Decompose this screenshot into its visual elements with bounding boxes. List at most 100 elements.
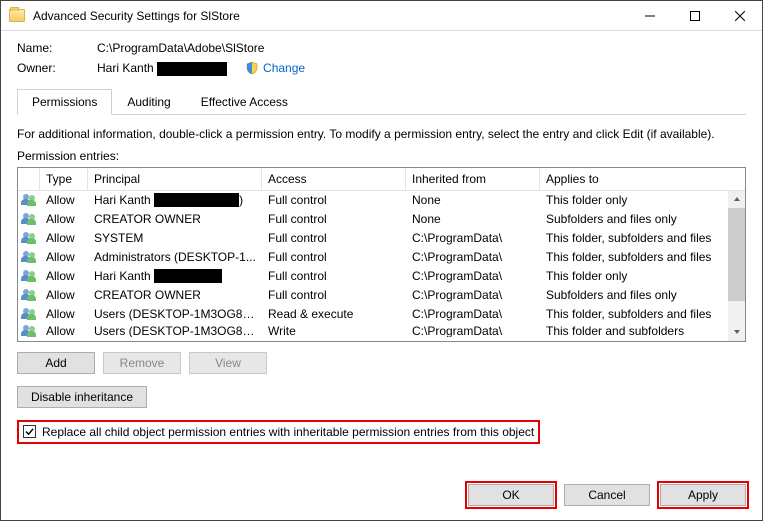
- name-label: Name:: [17, 41, 97, 55]
- principal-icon: [18, 324, 40, 337]
- name-row: Name: C:\ProgramData\Adobe\SlStore: [17, 41, 746, 55]
- checkmark-icon: [25, 427, 34, 436]
- col-access-header[interactable]: Access: [262, 168, 406, 190]
- remove-button: Remove: [103, 352, 181, 374]
- cell-principal: Hari Kanth ██████████): [88, 193, 262, 207]
- permission-entries-grid: Type Principal Access Inherited from App…: [17, 167, 746, 342]
- window-title: Advanced Security Settings for SlStore: [33, 9, 627, 23]
- disable-inheritance-button[interactable]: Disable inheritance: [17, 386, 147, 408]
- shield-icon: [245, 61, 259, 75]
- folder-icon: [9, 9, 25, 22]
- principal-icon: [18, 194, 40, 206]
- scroll-track[interactable]: [728, 208, 745, 324]
- table-row[interactable]: AllowHari Kanth ████████Full controlC:\P…: [18, 267, 745, 286]
- change-owner-link[interactable]: Change: [263, 61, 305, 75]
- table-row[interactable]: AllowCREATOR OWNERFull controlNoneSubfol…: [18, 210, 745, 229]
- close-button[interactable]: [717, 1, 762, 30]
- principal-icon: [18, 213, 40, 225]
- entry-buttons-row: Add Remove View: [17, 352, 746, 374]
- apply-button[interactable]: Apply: [660, 484, 746, 506]
- cell-principal: Users (DESKTOP-1M3OG80\U...: [88, 324, 262, 337]
- col-principal-header[interactable]: Principal: [88, 168, 262, 190]
- tab-effective-access[interactable]: Effective Access: [186, 89, 303, 115]
- cell-access: Full control: [262, 269, 406, 283]
- table-row[interactable]: AllowCREATOR OWNERFull controlC:\Program…: [18, 286, 745, 305]
- cell-access: Full control: [262, 212, 406, 226]
- cell-principal: SYSTEM: [88, 231, 262, 245]
- replace-child-checkbox[interactable]: [23, 425, 36, 438]
- replace-child-label: Replace all child object permission entr…: [42, 425, 534, 439]
- maximize-button[interactable]: [672, 1, 717, 30]
- grid-header: Type Principal Access Inherited from App…: [18, 168, 745, 191]
- table-row[interactable]: AllowUsers (DESKTOP-1M3OG80\U...Read & e…: [18, 305, 745, 324]
- cell-type: Allow: [40, 212, 88, 226]
- scroll-up-button[interactable]: [728, 191, 745, 208]
- cell-applies: This folder, subfolders and files: [540, 231, 745, 245]
- cell-inherited: C:\ProgramData\: [406, 269, 540, 283]
- principal-icon: [18, 251, 40, 263]
- cell-principal: Hari Kanth ████████: [88, 269, 262, 283]
- tab-auditing[interactable]: Auditing: [112, 89, 185, 115]
- cell-applies: This folder and subfolders: [540, 324, 745, 337]
- tab-permissions[interactable]: Permissions: [17, 89, 112, 115]
- dialog-body: Name: C:\ProgramData\Adobe\SlStore Owner…: [1, 31, 762, 472]
- principal-icon: [18, 232, 40, 244]
- name-value: C:\ProgramData\Adobe\SlStore: [97, 41, 264, 55]
- cell-access: Read & execute: [262, 307, 406, 321]
- owner-label: Owner:: [17, 61, 97, 75]
- principal-icon: [18, 308, 40, 320]
- tabs: Permissions Auditing Effective Access: [17, 88, 746, 115]
- view-button: View: [189, 352, 267, 374]
- cell-principal: Administrators (DESKTOP-1...: [88, 250, 262, 264]
- cell-inherited: C:\ProgramData\: [406, 288, 540, 302]
- cell-access: Full control: [262, 231, 406, 245]
- cell-type: Allow: [40, 324, 88, 337]
- cell-applies: This folder only: [540, 269, 745, 283]
- cell-type: Allow: [40, 250, 88, 264]
- scroll-down-button[interactable]: [728, 324, 745, 341]
- table-row[interactable]: AllowHari Kanth ██████████)Full controlN…: [18, 191, 745, 210]
- cell-inherited: C:\ProgramData\: [406, 324, 540, 337]
- cell-type: Allow: [40, 288, 88, 302]
- ok-button[interactable]: OK: [468, 484, 554, 506]
- owner-value: Hari Kanth: [97, 61, 227, 76]
- col-icon-header[interactable]: [18, 168, 40, 190]
- cell-inherited: C:\ProgramData\: [406, 231, 540, 245]
- cell-principal: Users (DESKTOP-1M3OG80\U...: [88, 307, 262, 321]
- scroll-thumb[interactable]: [728, 208, 745, 301]
- table-row[interactable]: AllowAdministrators (DESKTOP-1...Full co…: [18, 248, 745, 267]
- window-controls: [627, 1, 762, 30]
- owner-row: Owner: Hari Kanth Change: [17, 61, 746, 76]
- col-inherited-header[interactable]: Inherited from: [406, 168, 540, 190]
- cell-inherited: None: [406, 193, 540, 207]
- cell-type: Allow: [40, 193, 88, 207]
- principal-icon: [18, 289, 40, 301]
- grid-body: AllowHari Kanth ██████████)Full controlN…: [18, 191, 745, 341]
- info-text: For additional information, double-click…: [17, 127, 746, 141]
- cancel-button[interactable]: Cancel: [564, 484, 650, 506]
- grid-scrollbar[interactable]: [728, 191, 745, 341]
- inheritance-row: Disable inheritance: [17, 386, 746, 408]
- add-button[interactable]: Add: [17, 352, 95, 374]
- principal-icon: [18, 270, 40, 282]
- cell-applies: Subfolders and files only: [540, 288, 745, 302]
- table-row[interactable]: AllowUsers (DESKTOP-1M3OG80\U...WriteC:\…: [18, 324, 745, 337]
- replace-child-checkbox-row: Replace all child object permission entr…: [17, 420, 540, 444]
- cell-inherited: C:\ProgramData\: [406, 307, 540, 321]
- advanced-security-window: Advanced Security Settings for SlStore N…: [0, 0, 763, 521]
- minimize-button[interactable]: [627, 1, 672, 30]
- table-row[interactable]: AllowSYSTEMFull controlC:\ProgramData\Th…: [18, 229, 745, 248]
- entries-label: Permission entries:: [17, 149, 746, 163]
- cell-principal: CREATOR OWNER: [88, 212, 262, 226]
- cell-applies: This folder, subfolders and files: [540, 307, 745, 321]
- owner-redacted: [157, 62, 227, 76]
- col-applies-header[interactable]: Applies to: [540, 168, 745, 190]
- cell-access: Full control: [262, 288, 406, 302]
- cell-access: Write: [262, 324, 406, 337]
- col-type-header[interactable]: Type: [40, 168, 88, 190]
- cell-applies: Subfolders and files only: [540, 212, 745, 226]
- cell-principal: CREATOR OWNER: [88, 288, 262, 302]
- cell-applies: This folder, subfolders and files: [540, 250, 745, 264]
- cell-type: Allow: [40, 231, 88, 245]
- cell-type: Allow: [40, 307, 88, 321]
